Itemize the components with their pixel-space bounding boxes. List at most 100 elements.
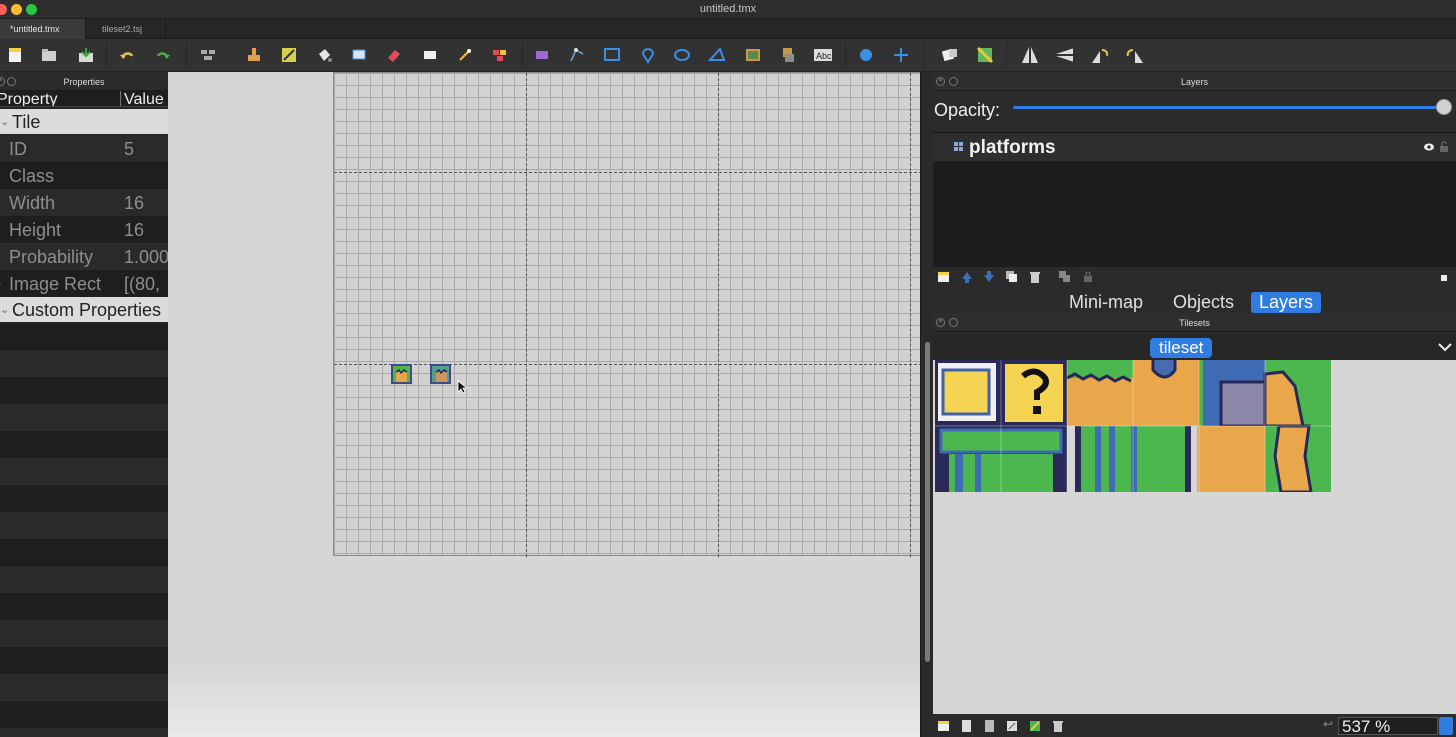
new-layer-icon[interactable] (938, 271, 950, 283)
tab-layers[interactable]: Layers (1251, 292, 1322, 313)
undo-icon[interactable] (118, 46, 136, 64)
new-tileset-icon[interactable] (938, 720, 950, 732)
layers-toolbar (933, 267, 1456, 287)
select-objects-icon[interactable] (533, 46, 551, 64)
collapse-chevron-icon[interactable]: ⌄ (0, 115, 9, 128)
bucket-fill-icon[interactable] (315, 46, 333, 64)
rectangle-select-icon[interactable] (421, 46, 439, 64)
random-mode-icon[interactable] (941, 46, 959, 64)
zoom-reset-icon[interactable]: ↩ (1323, 717, 1333, 731)
duplicate-layer-icon[interactable] (1006, 271, 1018, 283)
flip-horizontal-icon[interactable] (1020, 46, 1038, 64)
move-icon[interactable] (892, 46, 910, 64)
tileset-image[interactable] (935, 360, 1399, 492)
layer-list: platforms (933, 132, 1456, 267)
tab-tileset2-tsj[interactable]: tileset2.tsj (86, 19, 166, 39)
expand-arrow-icon[interactable]: › (0, 279, 1, 289)
column-header-property[interactable]: Property (0, 91, 57, 106)
insert-tile-icon[interactable] (744, 46, 762, 64)
group-custom-properties[interactable]: ⌄ Custom Properties (0, 297, 168, 322)
lock-icon[interactable] (1439, 141, 1449, 153)
property-key: ID (9, 139, 27, 159)
zoom-combobox[interactable]: 537 % (1338, 717, 1438, 736)
property-row-class[interactable]: Class (0, 162, 168, 189)
group-tile-label: Tile (12, 112, 41, 132)
property-value: 1.000 (124, 247, 168, 267)
insert-template-icon[interactable] (779, 46, 797, 64)
edit-tileset-icon[interactable] (1006, 720, 1018, 732)
tab-objects[interactable]: Objects (1165, 292, 1242, 313)
eraser-icon[interactable] (385, 46, 403, 64)
insert-text-icon[interactable]: Abc (814, 46, 832, 64)
panel-menu-icon[interactable] (1438, 271, 1450, 283)
opacity-slider-handle[interactable] (1436, 99, 1452, 115)
tab-tileset[interactable]: tileset (1150, 338, 1213, 358)
lower-layer-icon[interactable] (983, 271, 995, 283)
flip-vertical-icon[interactable] (1055, 46, 1073, 64)
visibility-eye-icon[interactable] (1423, 142, 1435, 152)
remove-tileset-icon[interactable] (1052, 720, 1064, 732)
shape-fill-icon[interactable] (350, 46, 368, 64)
column-header-value[interactable]: Value (124, 91, 164, 106)
stamp-brush-icon[interactable] (245, 46, 263, 64)
tileset-properties-icon[interactable] (1029, 720, 1041, 732)
insert-ellipse-icon[interactable] (673, 46, 691, 64)
placed-tile[interactable] (391, 364, 412, 384)
property-row-probability[interactable]: Probability 1.000 (0, 243, 168, 270)
edit-polygons-icon[interactable] (568, 46, 586, 64)
opacity-slider[interactable] (1013, 106, 1443, 109)
group-tile[interactable]: ⌄ Tile (0, 109, 168, 134)
raise-layer-icon[interactable] (961, 271, 973, 283)
property-key: Probability (9, 247, 94, 267)
wang-fill-icon[interactable] (976, 46, 994, 64)
layer-offset-icon[interactable] (857, 46, 875, 64)
zoom-dropdown-arrow-icon[interactable] (1439, 717, 1453, 735)
property-row-height[interactable]: Height 16 (0, 216, 168, 243)
property-row-id[interactable]: ID 5 (0, 135, 168, 162)
tileset-view[interactable] (933, 360, 1456, 714)
insert-rectangle-icon[interactable] (603, 46, 621, 64)
property-row-image-rect[interactable]: › Image Rect [(80, (0, 270, 168, 297)
property-value: 16 (124, 220, 145, 240)
tile-map-grid[interactable] (333, 72, 920, 557)
property-key: Width (9, 193, 56, 213)
opacity-label: Opacity: (934, 100, 1001, 120)
terrain-brush-icon[interactable] (280, 46, 298, 64)
placed-tile[interactable] (430, 364, 451, 384)
redo-icon[interactable] (154, 46, 172, 64)
mouse-cursor-icon (457, 380, 467, 394)
zoom-value: 537 % (1342, 717, 1391, 736)
canvas-vertical-scrollbar[interactable] (920, 72, 933, 737)
rotate-left-icon[interactable] (1090, 46, 1108, 64)
scrollbar-thumb[interactable] (925, 342, 930, 662)
tab-mini-map[interactable]: Mini-map (1061, 292, 1151, 313)
layer-row-platforms[interactable]: platforms (933, 133, 1456, 161)
embed-tileset-icon[interactable] (961, 720, 973, 732)
property-key: Image Rect (9, 274, 102, 294)
delete-layer-icon[interactable] (1029, 271, 1041, 283)
collapse-chevron-icon[interactable]: ⌄ (0, 303, 9, 316)
chevron-down-icon[interactable] (1436, 338, 1454, 356)
merge-layer-icon[interactable] (1059, 271, 1071, 283)
property-value: 5 (124, 139, 135, 159)
lock-layer-icon[interactable] (1082, 271, 1094, 283)
rotate-right-icon[interactable] (1125, 46, 1143, 64)
tab-untitled-tmx[interactable]: *untitled.tmx (0, 19, 86, 39)
map-canvas[interactable] (168, 72, 920, 737)
export-tileset-icon[interactable] (984, 720, 996, 732)
world-tool-icon[interactable] (199, 46, 217, 64)
property-value: 16 (124, 193, 145, 213)
new-map-icon[interactable] (6, 46, 24, 64)
window-title: untitled.tmx (699, 3, 757, 15)
insert-point-icon[interactable] (639, 46, 657, 64)
tilesets-toolbar: ↩ 537 % (933, 714, 1456, 737)
tilesets-panel-header: × Tilesets (933, 313, 1456, 332)
layers-panel-header: × Layers (933, 72, 1456, 91)
open-icon[interactable] (40, 46, 58, 64)
insert-polygon-icon[interactable] (708, 46, 726, 64)
magic-wand-icon[interactable] (456, 46, 474, 64)
layer-name: platforms (969, 137, 1056, 158)
save-icon[interactable] (77, 46, 95, 64)
select-same-tile-icon[interactable] (491, 46, 509, 64)
property-row-width[interactable]: Width 16 (0, 189, 168, 216)
